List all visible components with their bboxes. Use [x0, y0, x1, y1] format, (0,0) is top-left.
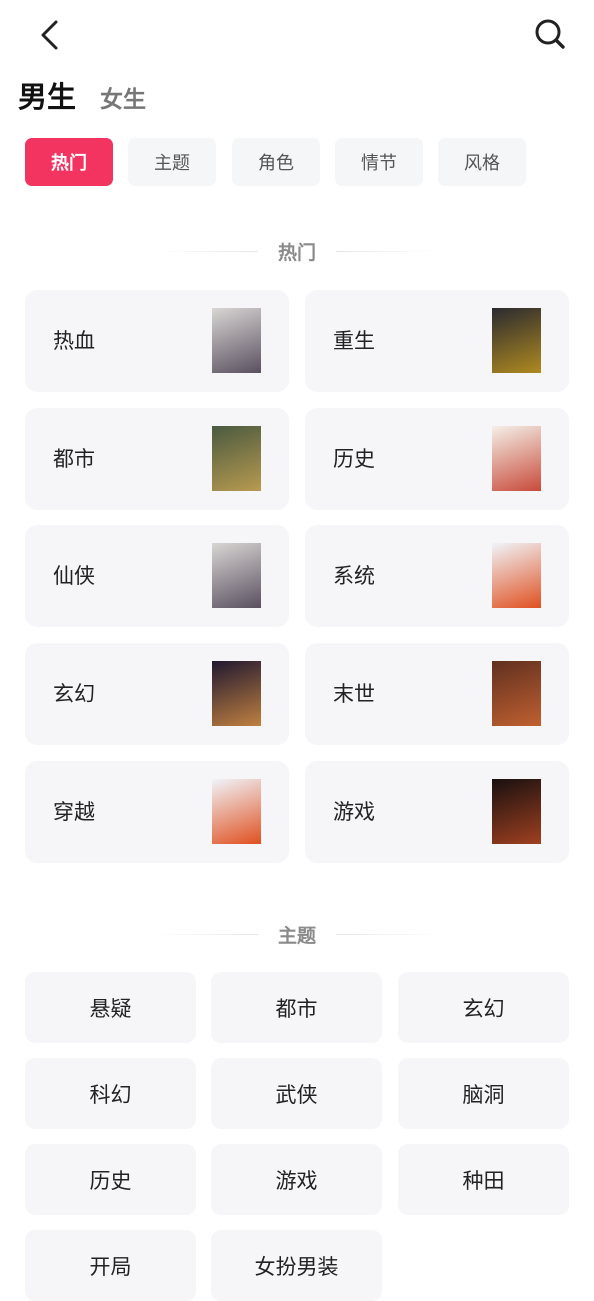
hot-category-card[interactable]: 游戏	[305, 760, 569, 863]
back-button[interactable]	[36, 18, 66, 52]
section-header-topic: 主题	[0, 921, 594, 948]
search-button[interactable]	[532, 16, 568, 52]
tab-hot[interactable]: 热门	[25, 138, 113, 186]
divider	[152, 251, 258, 252]
topic-item[interactable]: 科幻	[25, 1058, 196, 1129]
book-cover-image	[212, 661, 261, 727]
category-label: 都市	[53, 446, 95, 471]
tab-style[interactable]: 风格	[438, 138, 526, 186]
gender-tab-female[interactable]: 女生	[100, 80, 146, 114]
category-label: 重生	[333, 329, 375, 353]
hot-category-card[interactable]: 玄幻	[25, 643, 289, 746]
tab-role[interactable]: 角色	[232, 138, 320, 186]
topic-item[interactable]: 女扮男装	[211, 1230, 382, 1301]
category-label: 末世	[333, 682, 375, 707]
topic-item[interactable]: 历史	[25, 1144, 196, 1215]
book-cover-image	[212, 308, 261, 373]
topic-item[interactable]: 玄幻	[398, 972, 569, 1043]
topic-item[interactable]: 游戏	[211, 1144, 382, 1215]
topic-item[interactable]: 都市	[211, 972, 382, 1043]
hot-category-card[interactable]: 热血	[25, 290, 289, 392]
book-cover-image	[492, 661, 541, 727]
book-cover-image	[492, 425, 541, 491]
book-cover-image	[212, 778, 261, 844]
section-title: 热门	[277, 242, 316, 264]
book-cover-image	[212, 543, 261, 609]
divider	[336, 251, 441, 252]
topic-item[interactable]: 脑洞	[398, 1058, 569, 1129]
hot-category-card[interactable]: 穿越	[25, 760, 289, 863]
chevron-left-icon	[41, 20, 58, 50]
divider	[152, 934, 258, 935]
section-header-hot: 热门	[0, 238, 594, 265]
hot-category-card[interactable]: 仙侠	[25, 525, 289, 628]
category-label: 仙侠	[53, 564, 95, 589]
hot-category-card[interactable]: 都市	[25, 407, 289, 510]
category-label: 系统	[333, 564, 375, 589]
divider	[336, 934, 441, 935]
search-icon	[535, 19, 565, 49]
section-title: 主题	[277, 925, 316, 947]
hot-category-card[interactable]: 历史	[305, 407, 569, 510]
book-cover-image	[492, 543, 541, 609]
tab-theme[interactable]: 主题	[128, 138, 216, 186]
topic-item[interactable]: 悬疑	[25, 972, 196, 1043]
book-cover-image	[492, 778, 541, 844]
topic-item[interactable]: 种田	[398, 1144, 569, 1215]
book-cover-image	[212, 425, 261, 491]
hot-category-card[interactable]: 末世	[305, 643, 569, 746]
category-label: 游戏	[333, 799, 375, 824]
topic-item[interactable]: 开局	[25, 1230, 196, 1301]
book-cover-image	[492, 308, 541, 373]
tab-plot[interactable]: 情节	[335, 138, 423, 186]
gender-tab-male[interactable]: 男生	[18, 74, 76, 116]
hot-category-card[interactable]: 重生	[305, 290, 569, 392]
category-label: 穿越	[53, 799, 95, 824]
hot-category-card[interactable]: 系统	[305, 525, 569, 628]
category-label: 热血	[53, 329, 95, 353]
topic-item[interactable]: 武侠	[211, 1058, 382, 1129]
category-label: 历史	[333, 446, 375, 471]
category-label: 玄幻	[53, 682, 95, 707]
